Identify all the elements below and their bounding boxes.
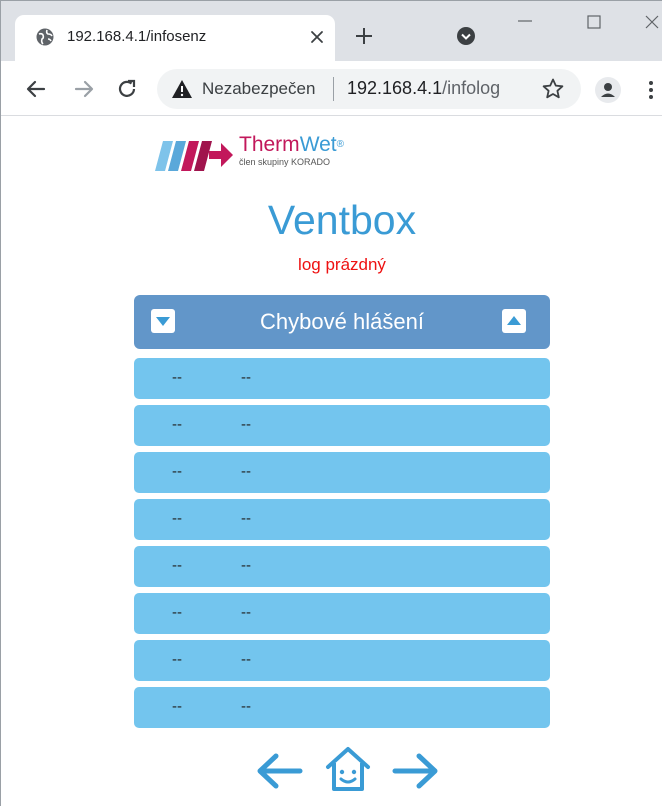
url-text[interactable]: 192.168.4.1/infolog: [347, 78, 500, 99]
url-path: /infolog: [442, 78, 501, 98]
log-row: -- --: [134, 405, 550, 446]
log-row: -- --: [134, 499, 550, 540]
log-message: --: [241, 416, 251, 433]
next-page-arrow-icon[interactable]: [391, 749, 441, 793]
log-message: --: [241, 698, 251, 715]
new-tab-icon[interactable]: [352, 24, 376, 48]
home-icon[interactable]: [323, 743, 373, 793]
log-code: --: [172, 463, 182, 480]
panel-header: Chybové hlášení: [134, 295, 550, 349]
log-row: -- --: [134, 640, 550, 681]
log-message: --: [241, 651, 251, 668]
back-arrow-icon[interactable]: [23, 76, 49, 102]
log-code: --: [172, 604, 182, 621]
log-code: --: [172, 416, 182, 433]
log-row: -- --: [134, 358, 550, 399]
page-title: Ventbox: [267, 197, 417, 243]
window-close-icon[interactable]: [637, 7, 662, 37]
log-status: log prázdný: [298, 255, 386, 274]
warning-icon[interactable]: [171, 79, 193, 99]
menu-icon[interactable]: [647, 78, 655, 102]
logo-therm: Therm: [239, 133, 300, 156]
log-message: --: [241, 557, 251, 574]
logo-wet: Wet: [299, 133, 337, 156]
log-code: --: [172, 369, 182, 386]
log-code: --: [172, 698, 182, 715]
log-row: -- --: [134, 452, 550, 493]
close-icon[interactable]: [306, 26, 328, 48]
logo-wordmark: ThermWet®: [239, 133, 344, 157]
panel-title: Chybové hlášení: [260, 309, 424, 334]
log-list: -- -- -- -- -- -- -- -- -- -- -- -- -- -…: [134, 358, 550, 728]
url-host: 192.168.4.1: [347, 78, 443, 98]
person-icon: [601, 83, 615, 97]
tab-title: 192.168.4.1/infosenz: [67, 28, 207, 45]
log-row: -- --: [134, 593, 550, 634]
profile-avatar[interactable]: [595, 77, 621, 103]
log-message: --: [241, 369, 251, 386]
thermwet-logo: ThermWet® člen skupiny KORADO: [151, 133, 391, 179]
log-code: --: [172, 557, 182, 574]
address-separator: [333, 77, 334, 101]
previous-page-arrow-icon[interactable]: [254, 749, 304, 793]
browser-tab[interactable]: 192.168.4.1/infosenz: [15, 15, 335, 61]
log-message: --: [241, 604, 251, 621]
scroll-up-button[interactable]: [502, 309, 526, 333]
tab-strip: 192.168.4.1/infosenz: [1, 1, 662, 61]
browser-toolbar: Nezabezpečen 192.168.4.1/infolog: [1, 61, 662, 116]
log-row: -- --: [134, 546, 550, 587]
log-code: --: [172, 510, 182, 527]
address-bar[interactable]: Nezabezpečen 192.168.4.1/infolog: [157, 69, 581, 109]
tab-search-icon[interactable]: [456, 26, 476, 46]
page-content: ThermWet® člen skupiny KORADO Ventbox lo…: [1, 117, 662, 807]
log-message: --: [241, 510, 251, 527]
log-code: --: [172, 651, 182, 668]
maximize-icon[interactable]: [579, 7, 609, 37]
error-log-panel: Chybové hlášení -- -- -- -- -- -- -- -- …: [134, 295, 550, 728]
log-row: -- --: [134, 687, 550, 728]
minimize-icon[interactable]: [510, 7, 540, 37]
globe-icon: [36, 28, 54, 46]
security-label[interactable]: Nezabezpečen: [202, 79, 315, 99]
forward-arrow-icon[interactable]: [71, 76, 97, 102]
bookmark-star-icon[interactable]: [541, 77, 565, 101]
logo-reg: ®: [336, 139, 345, 150]
triangle-up-icon: [507, 316, 521, 325]
logo-mark-icon: [155, 141, 233, 171]
reload-icon[interactable]: [114, 76, 140, 102]
log-message: --: [241, 463, 251, 480]
logo-subtitle: člen skupiny KORADO: [239, 157, 331, 167]
browser-window: 192.168.4.1/infosenz Nezabezpečen 192.16…: [0, 0, 662, 807]
